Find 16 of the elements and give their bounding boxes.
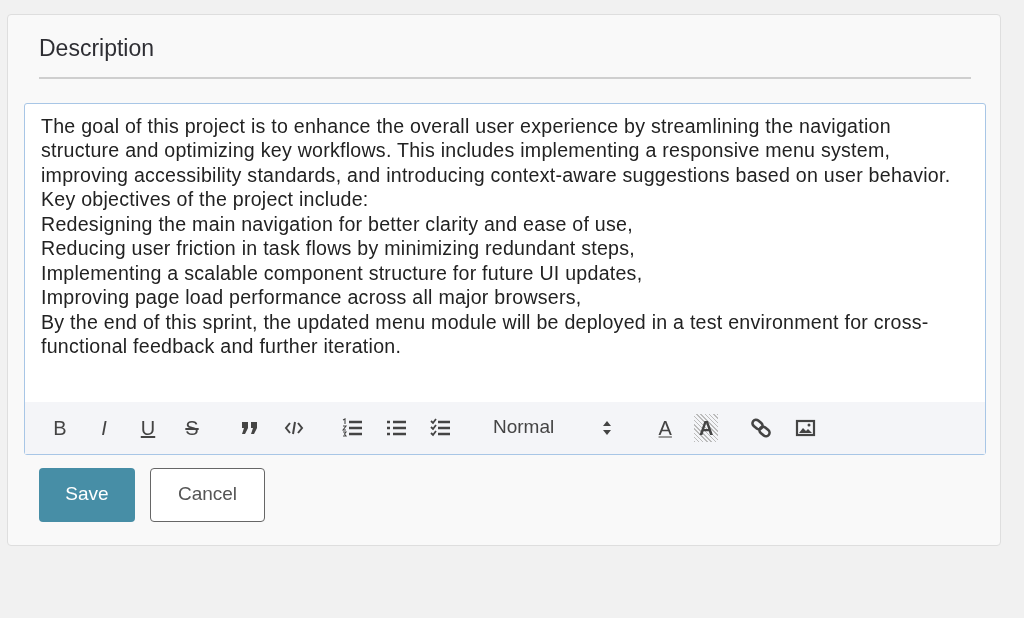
checklist-icon — [430, 417, 450, 438]
image-icon — [794, 417, 816, 438]
sort-arrows-icon — [602, 419, 613, 436]
text-color-button[interactable]: A — [650, 413, 681, 442]
format-select[interactable]: Normal — [483, 413, 623, 442]
editor-field[interactable]: The goal of this project is to enhance the overall user experience by streamlining the navigation structure and optimizing key workflows. This includes implementing a responsive menu system, improving accessibility standards, and introducing context-aware suggestions based on user behavior. Key objectives of the project include: Redesigning the main navigation for better clarity and ease of use, Reducing user friction in task flows by minimizing redundant steps, Implementing a scalable component structure for future UI updates, Improving page load performance across all major browsers, By the end of this sprint, the updated menu module will be deployed in a test environment for cross-functional feedback and further iteration. — [25, 103, 985, 402]
numbered-list-icon — [342, 417, 362, 438]
cancel-button[interactable]: Cancel — [150, 467, 265, 522]
bold-button[interactable]: B — [45, 413, 75, 442]
save-button[interactable]: Save — [39, 467, 135, 522]
link-icon — [751, 417, 772, 438]
highlight-color-button[interactable]: A — [694, 413, 719, 442]
italic-button[interactable]: I — [89, 413, 119, 442]
strikethrough-button[interactable]: S — [177, 413, 207, 442]
underline-button[interactable]: U — [133, 413, 163, 442]
section-title: Description — [39, 35, 156, 63]
